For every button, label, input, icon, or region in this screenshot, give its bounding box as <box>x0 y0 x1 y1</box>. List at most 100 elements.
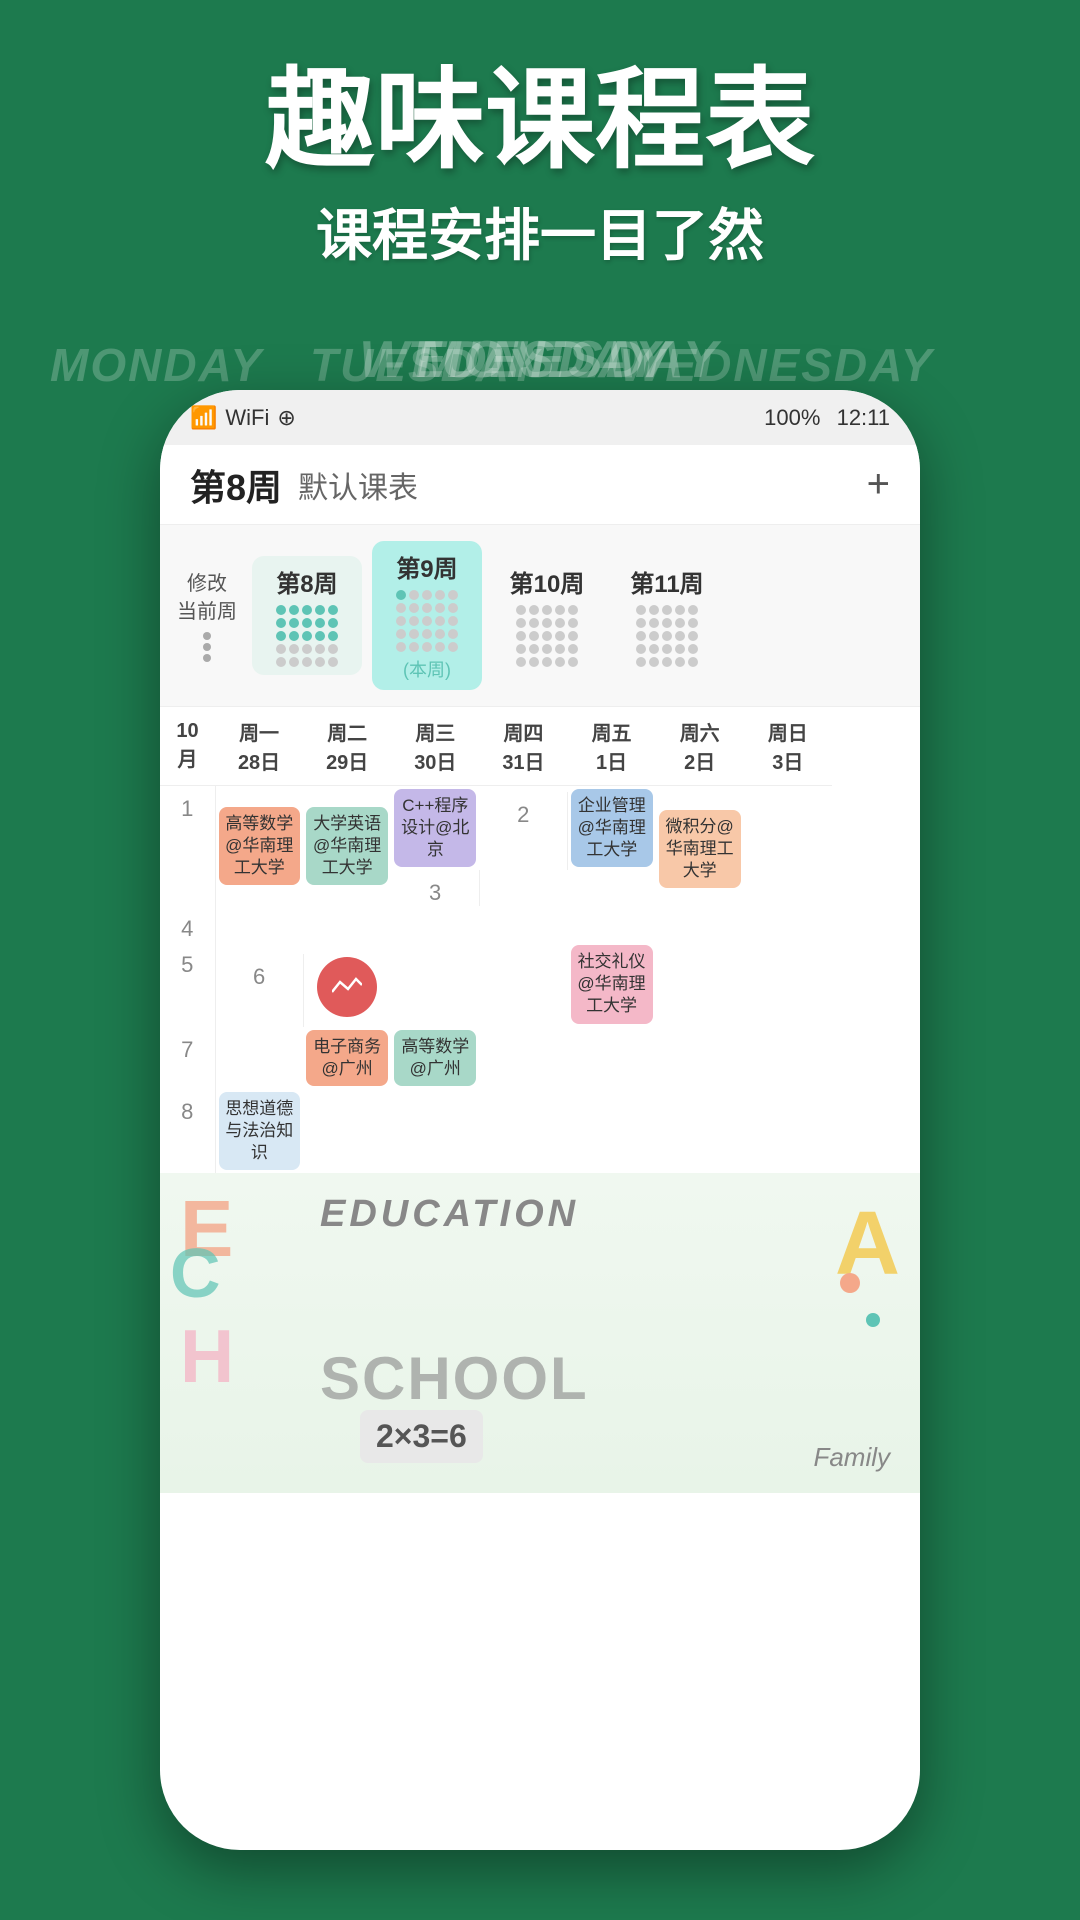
day-sunday-header: 周日3日 <box>744 707 832 786</box>
empty-wednesday-4 <box>391 906 479 942</box>
table-row-5: 5 社交礼仪@华南理工大学 <box>160 942 920 954</box>
empty-sunday-6 <box>832 954 920 1026</box>
add-button[interactable]: + <box>867 462 890 507</box>
family-text: Family <box>813 1442 890 1473</box>
week-10-item[interactable]: 第10周 <box>492 556 602 675</box>
week-8-item[interactable]: 第8周 <box>252 556 362 675</box>
empty-wednesday-8 <box>391 1089 479 1173</box>
course-cpp-wednesday[interactable]: C++程序设计@北京 <box>391 786 479 871</box>
course-calculus-thursday[interactable]: 微积分@华南理工大学 <box>656 792 744 906</box>
course-math-monday[interactable]: 高等数学@华南理工大学 <box>215 786 303 907</box>
header-area: 趣味课程表 课程安排一目了然 <box>0 60 1080 272</box>
row-num-8: 8 <box>160 1089 215 1173</box>
empty-sunday-5 <box>744 942 832 954</box>
empty-saturday-2 <box>744 792 832 870</box>
week-10-dots <box>516 605 578 667</box>
empty-saturday-3 <box>744 870 832 906</box>
math-equation: 2×3=6 <box>360 1410 483 1463</box>
empty-sunday-7 <box>744 1027 832 1089</box>
week-9-label: 第9周 <box>396 549 457 584</box>
empty-sunday-4 <box>744 906 832 942</box>
empty-wednesday-5 <box>391 942 479 954</box>
sticker-area: E C H EDUCATION 2×3=6 SCHOOL A Family <box>160 1173 920 1493</box>
empty-thursday-8 <box>479 1089 567 1173</box>
month-header: 10月 <box>160 707 215 786</box>
empty-saturday-5 <box>656 942 744 954</box>
course-social-friday[interactable]: 社交礼仪@华南理工大学 <box>568 942 656 1026</box>
row-num-2: 2 <box>479 792 567 870</box>
empty-saturday-4 <box>656 906 744 942</box>
week-8-label: 第8周 <box>276 564 337 599</box>
week-11-dots <box>636 605 698 667</box>
modify-week-button[interactable]: 修改 当前周 <box>172 570 242 662</box>
wifi-icon: WiFi <box>225 405 269 431</box>
chalk-wednesday-label: WEDNESDAY <box>620 338 934 392</box>
app-header: 第8周 默认课表 + <box>160 445 920 525</box>
deco-dot-1 <box>840 1273 860 1293</box>
sub-title: 课程安排一目了然 <box>0 191 1080 272</box>
deco-letter-c: C <box>170 1233 221 1313</box>
table-row-4: 4 <box>160 906 920 942</box>
week-8-dots <box>276 605 338 667</box>
week-10-label: 第10周 <box>510 564 585 599</box>
row-num-1: 1 <box>160 786 215 907</box>
day-wednesday-header: 周三30日 <box>391 707 479 786</box>
app-content: 第8周 默认课表 + 修改 当前周 <box>160 445 920 1850</box>
empty-thursday-4 <box>479 906 567 942</box>
day-tuesday-header: 周二29日 <box>303 707 391 786</box>
main-title: 趣味课程表 <box>0 60 1080 181</box>
timetable-container[interactable]: 10月 周一28日 周二29日 周三30日 周四31日 周五1日 周六2日 周日… <box>160 707 920 1850</box>
table-row-7: 7 电子商务@广州 高等数学@广州 <box>160 1027 920 1089</box>
empty-thursday-6 <box>656 954 744 1026</box>
schedule-name: 默认课表 <box>298 463 418 507</box>
week-11-item[interactable]: 第11周 <box>612 556 722 675</box>
deco-letter-h: H <box>180 1313 234 1399</box>
table-row-6: 6 <box>160 954 920 1026</box>
empty-saturday-6 <box>744 954 832 1026</box>
empty-friday-8 <box>568 1089 656 1173</box>
deco-dot-2 <box>866 1313 880 1327</box>
empty-wednesday-3 <box>479 870 567 906</box>
day-thursday-header: 周四31日 <box>479 707 567 786</box>
status-right: 100% 12:11 <box>764 405 890 431</box>
course-english-tuesday[interactable]: 大学英语@华南理工大学 <box>303 786 391 907</box>
empty-tuesday-5 <box>303 942 391 954</box>
week-title: 第8周 <box>190 459 282 511</box>
extra-icon: ⊕ <box>277 405 295 431</box>
empty-tuesday-6 <box>391 954 479 1026</box>
empty-wednesday-6 <box>479 954 567 1026</box>
row-num-7: 7 <box>160 1027 215 1089</box>
week-9-dots <box>396 590 458 652</box>
chalk-monday-label: MONDAY <box>50 338 263 392</box>
empty-sunday-3 <box>832 870 920 906</box>
day-saturday-header: 周六2日 <box>656 707 744 786</box>
week-9-item[interactable]: 第9周 (本周) <box>372 541 482 690</box>
status-bar: 📶 WiFi ⊕ 100% 12:11 <box>160 390 920 445</box>
course-math-wednesday-7[interactable]: 高等数学@广州 <box>391 1027 479 1089</box>
course-management-friday[interactable]: 企业管理@华南理工大学 <box>568 786 656 871</box>
empty-tuesday-4 <box>303 906 391 942</box>
status-left: 📶 WiFi ⊕ <box>190 405 296 431</box>
education-text: EDUCATION <box>320 1193 579 1236</box>
empty-thursday-5 <box>479 942 567 954</box>
chalk-tuesday-label: TUESDAY <box>310 338 540 392</box>
empty-sunday-2 <box>832 792 920 870</box>
course-ideological-monday-8[interactable]: 思想道德与法治知识 <box>215 1089 303 1173</box>
row-num-3: 3 <box>391 870 479 906</box>
phone-frame: 📶 WiFi ⊕ 100% 12:11 第8周 默认课表 + 修改 当前周 <box>160 390 920 1850</box>
signal-icon: 📶 <box>190 405 217 431</box>
empty-thursday-7 <box>479 1027 567 1089</box>
empty-friday-4 <box>568 906 656 942</box>
empty-saturday-7 <box>656 1027 744 1089</box>
row-num-6: 6 <box>215 954 303 1026</box>
week-row: 修改 当前周 第8周 <box>172 541 908 690</box>
time-text: 12:11 <box>837 405 890 430</box>
empty-tuesday-8 <box>303 1089 391 1173</box>
empty-friday-7 <box>568 1027 656 1089</box>
week-11-label: 第11周 <box>630 564 703 599</box>
course-ecommerce-tuesday-7[interactable]: 电子商务@广州 <box>303 1027 391 1089</box>
empty-friday-3 <box>568 870 656 906</box>
empty-monday-7 <box>215 1027 303 1089</box>
current-week-label: (本周) <box>403 656 451 682</box>
row-num-5: 5 <box>160 942 215 1026</box>
